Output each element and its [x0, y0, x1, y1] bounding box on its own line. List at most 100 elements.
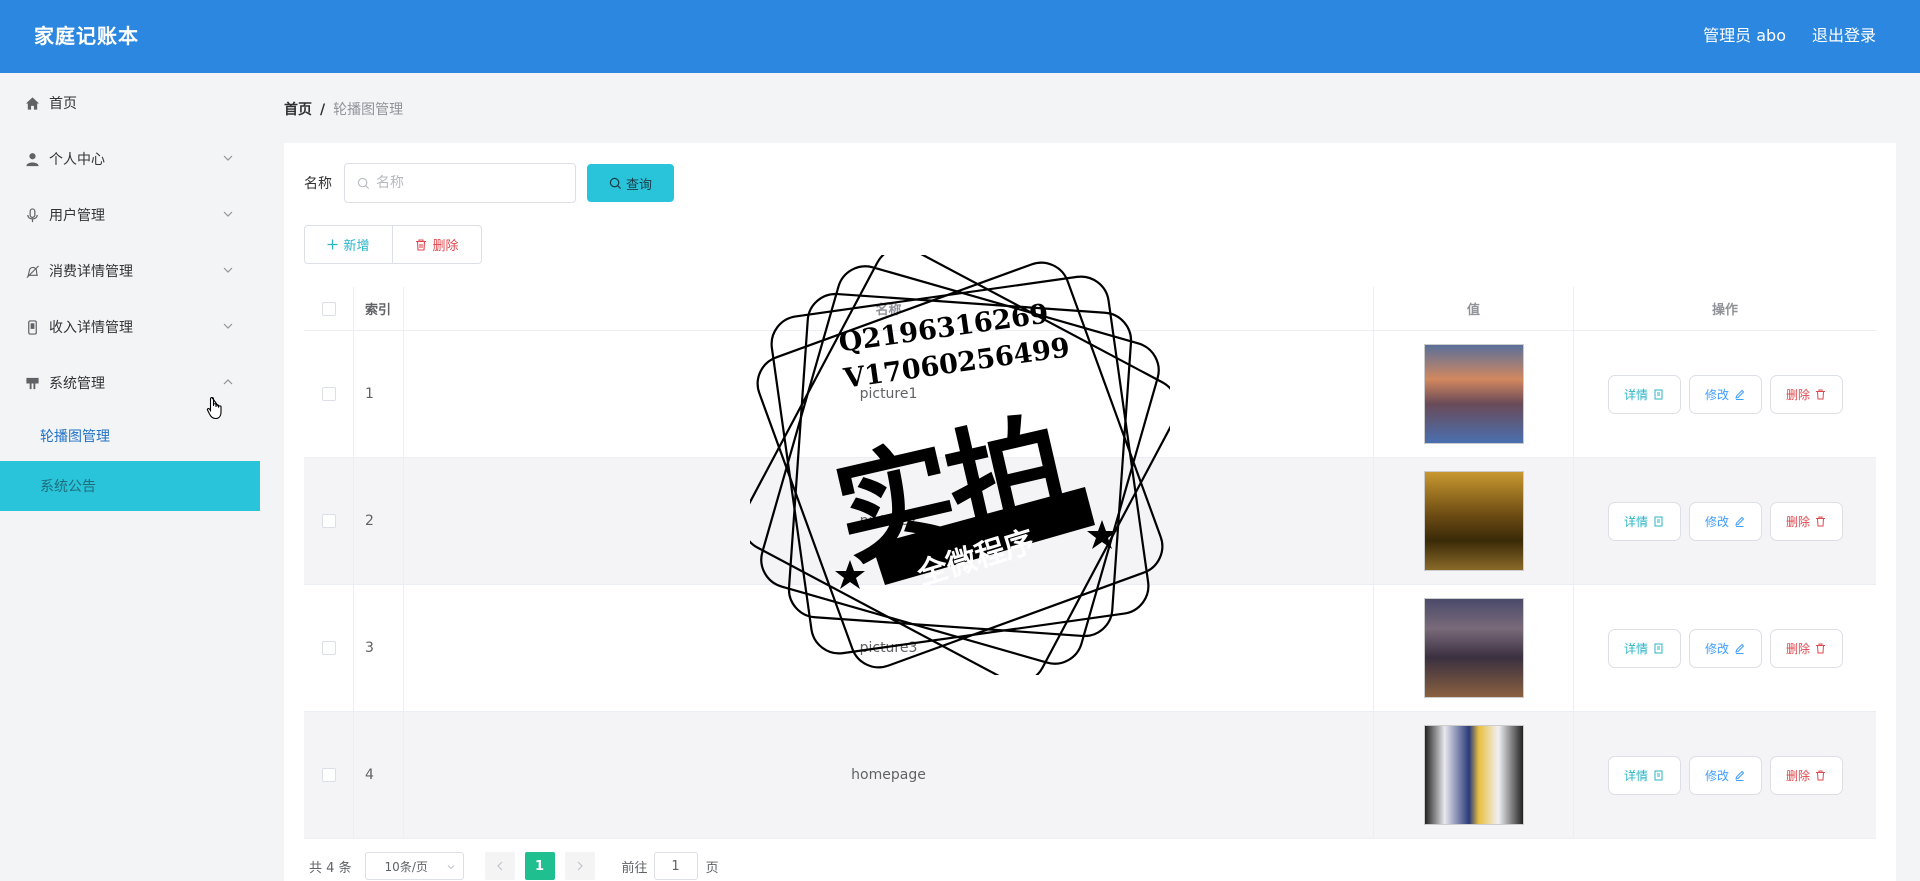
detail-button-label: 详情 — [1623, 387, 1648, 402]
query-button[interactable]: 查询 — [587, 164, 674, 202]
delete-button-label: 删除 — [1785, 768, 1810, 783]
breadcrumb-current: 轮播图管理 — [333, 102, 404, 118]
microphone-icon — [24, 207, 40, 223]
row-checkbox[interactable] — [321, 514, 336, 528]
trash-icon — [415, 238, 427, 251]
row-checkbox[interactable] — [321, 768, 336, 782]
search-input[interactable] — [376, 175, 566, 191]
column-header-value: 值 — [1374, 287, 1574, 330]
total-count: 共 4 条 — [309, 860, 352, 876]
batch-delete-button-label: 删除 — [432, 239, 459, 254]
data-table: 索引 名称 值 操作 1 picture1 详情 修改 删除 2 picture… — [304, 287, 1876, 839]
detail-button[interactable]: 详情 — [1607, 374, 1681, 414]
row-image[interactable] — [1423, 344, 1524, 444]
pencil-icon — [1735, 643, 1745, 654]
prev-page-button[interactable] — [484, 852, 515, 880]
plus-icon — [327, 239, 338, 250]
next-page-button[interactable] — [564, 852, 595, 880]
detail-button[interactable]: 详情 — [1607, 755, 1681, 795]
row-checkbox[interactable] — [321, 641, 336, 655]
edit-button[interactable]: 修改 — [1688, 628, 1762, 668]
search-icon — [357, 177, 370, 189]
row-image[interactable] — [1423, 598, 1524, 698]
trash-icon — [1816, 770, 1825, 780]
chevron-down-icon — [223, 267, 233, 273]
column-header-index: 索引 — [354, 287, 404, 330]
detail-button[interactable]: 详情 — [1607, 628, 1681, 668]
row-index: 1 — [354, 331, 404, 457]
edit-button[interactable]: 修改 — [1688, 374, 1762, 414]
edit-button[interactable]: 修改 — [1688, 755, 1762, 795]
bell-off-icon — [24, 263, 40, 279]
pencil-icon — [1735, 389, 1745, 400]
delete-button-label: 删除 — [1785, 514, 1810, 529]
document-icon — [1654, 643, 1663, 653]
delete-button-label: 删除 — [1785, 387, 1810, 402]
page-size-select[interactable]: 10条/页 — [364, 852, 464, 880]
select-all-checkbox[interactable] — [321, 301, 336, 316]
table-header-row: 索引 名称 值 操作 — [304, 287, 1876, 331]
user-icon — [24, 151, 40, 167]
row-index: 4 — [354, 712, 404, 838]
edit-button-label: 修改 — [1704, 387, 1729, 402]
add-button-label: 新增 — [343, 239, 370, 254]
chevron-left-icon — [496, 861, 502, 871]
pagination: 共 4 条 10条/页 1 前往 页 — [309, 852, 719, 880]
row-image[interactable] — [1423, 471, 1524, 571]
sidebar-item-label: 系统管理 — [49, 376, 105, 392]
sidebar-item-expense[interactable]: 消费详情管理 — [0, 243, 260, 299]
breadcrumb-home[interactable]: 首页 — [284, 102, 312, 118]
detail-button-label: 详情 — [1623, 768, 1648, 783]
phone-icon — [24, 319, 40, 335]
goto-page-input[interactable] — [653, 852, 698, 880]
hand-cursor-icon — [206, 396, 222, 420]
delete-button[interactable]: 删除 — [1769, 501, 1843, 541]
search-label: 名称 — [304, 176, 332, 192]
sidebar-item-home[interactable]: 首页 — [0, 75, 260, 131]
chevron-down-icon — [223, 323, 233, 329]
row-name: picture1 — [404, 331, 1374, 457]
pencil-icon — [1735, 770, 1745, 781]
row-name: picture3 — [404, 585, 1374, 711]
column-header-operations: 操作 — [1711, 303, 1738, 318]
table-row: 4 homepage 详情 修改 删除 — [304, 712, 1876, 839]
search-icon — [609, 177, 622, 189]
page-number-active[interactable]: 1 — [524, 852, 555, 880]
edit-button[interactable]: 修改 — [1688, 501, 1762, 541]
row-name: picture2 — [404, 458, 1374, 584]
goto-unit: 页 — [705, 860, 719, 876]
search-field[interactable] — [344, 163, 576, 203]
sidebar-item-users[interactable]: 用户管理 — [0, 187, 260, 243]
table-row: 3 picture3 详情 修改 删除 — [304, 585, 1876, 712]
detail-button[interactable]: 详情 — [1607, 501, 1681, 541]
app-title: 家庭记账本 — [34, 24, 139, 48]
chevron-down-icon — [447, 865, 454, 870]
delete-button[interactable]: 删除 — [1769, 628, 1843, 668]
sidebar-item-label: 收入详情管理 — [49, 320, 133, 336]
add-button[interactable]: 新增 — [304, 225, 393, 264]
delete-button[interactable]: 删除 — [1769, 755, 1843, 795]
row-image[interactable] — [1423, 725, 1524, 825]
delete-button[interactable]: 删除 — [1769, 374, 1843, 414]
chevron-down-icon — [223, 155, 233, 161]
home-icon — [24, 95, 40, 111]
edit-button-label: 修改 — [1704, 514, 1729, 529]
sidebar: 首页 个人中心 用户管理 消费详情管理 收入详情管理 系统管理 轮播图管理 系统… — [0, 73, 260, 881]
batch-delete-button[interactable]: 删除 — [393, 225, 482, 264]
goto-label: 前往 — [621, 860, 648, 876]
sidebar-item-label: 首页 — [49, 96, 77, 112]
detail-button-label: 详情 — [1623, 641, 1648, 656]
delete-button-label: 删除 — [1785, 641, 1810, 656]
sidebar-item-label: 用户管理 — [49, 208, 105, 224]
edit-button-label: 修改 — [1704, 768, 1729, 783]
query-button-label: 查询 — [625, 177, 652, 193]
row-checkbox[interactable] — [321, 387, 336, 401]
page-size-value: 10条/页 — [384, 859, 428, 874]
logout-button[interactable]: 退出登录 — [1812, 22, 1876, 46]
chevron-up-icon — [223, 379, 233, 385]
sidebar-item-profile[interactable]: 个人中心 — [0, 131, 260, 187]
sidebar-item-income[interactable]: 收入详情管理 — [0, 299, 260, 355]
sidebar-item-label: 消费详情管理 — [49, 264, 133, 280]
document-icon — [1654, 770, 1663, 780]
sidebar-item-announcement[interactable]: 系统公告 — [0, 461, 260, 511]
